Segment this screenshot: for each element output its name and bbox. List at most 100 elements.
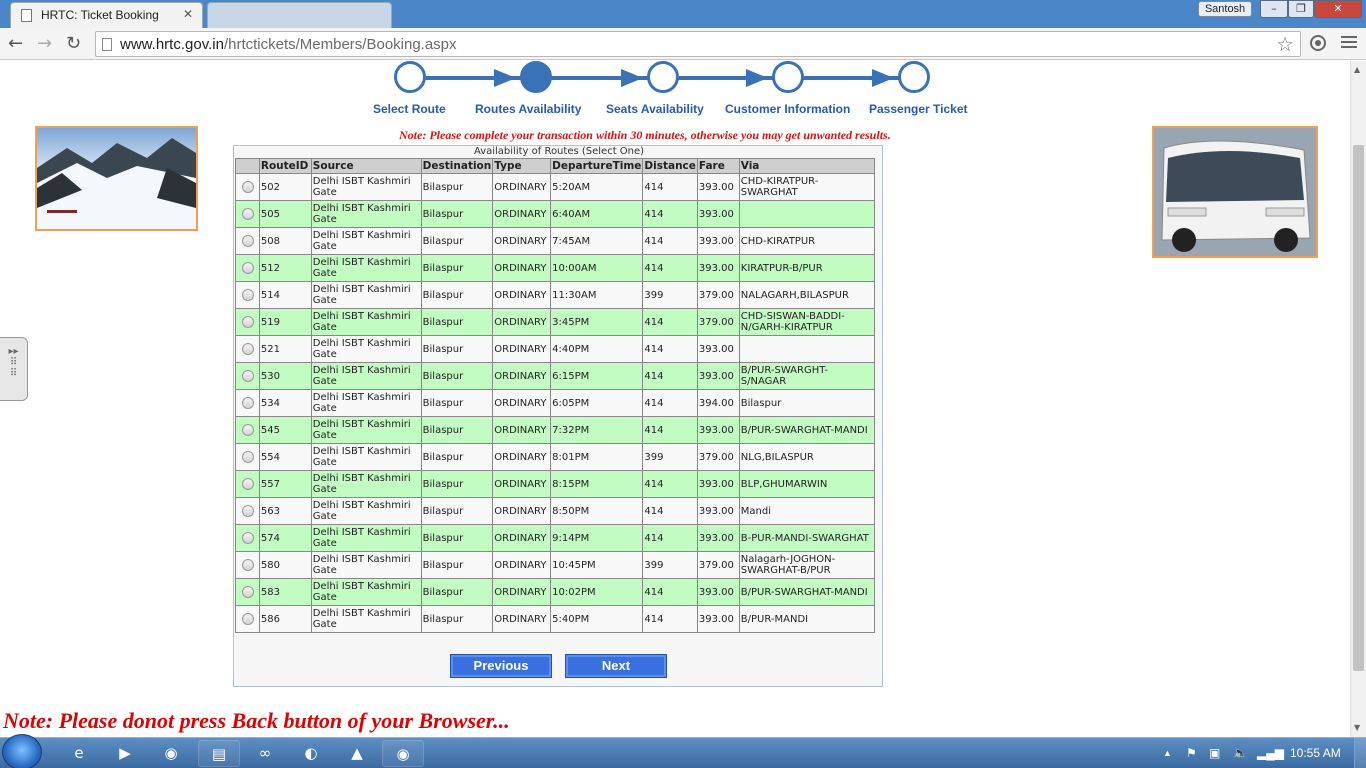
table-row[interactable]: 580 Delhi ISBT Kashmiri Gate Bilaspur OR… [235, 551, 876, 579]
tab-inactive[interactable] [207, 2, 392, 28]
route-via [738, 335, 876, 363]
route-radio[interactable] [242, 451, 254, 463]
route-fare: 379.00 [696, 281, 740, 309]
route-radio[interactable] [242, 424, 254, 436]
route-radio[interactable] [242, 181, 254, 193]
route-destination: Bilaspur [420, 281, 494, 309]
close-tab-icon[interactable]: ✕ [183, 7, 193, 21]
side-panel-handle[interactable]: ▸▸ ⠿ ⠿ [0, 337, 28, 401]
forward-icon[interactable]: → [37, 33, 52, 55]
route-source: Delhi ISBT Kashmiri Gate [310, 362, 422, 390]
scroll-down-icon[interactable]: ▼ [1354, 723, 1360, 732]
table-row[interactable]: 505 Delhi ISBT Kashmiri Gate Bilaspur OR… [235, 200, 876, 228]
route-fare: 393.00 [696, 200, 740, 228]
show-hidden-icons[interactable]: ▲ [1163, 738, 1172, 768]
header-destination: Destination [420, 158, 494, 174]
scroll-thumb[interactable] [1353, 145, 1364, 671]
table-row[interactable]: 586 Delhi ISBT Kashmiri Gate Bilaspur OR… [235, 605, 876, 633]
route-via: B/PUR-SWARGHT-S/NAGAR [738, 362, 876, 390]
route-radio[interactable] [242, 613, 254, 625]
table-row[interactable]: 583 Delhi ISBT Kashmiri Gate Bilaspur OR… [235, 578, 876, 606]
firefox-icon[interactable]: ◐ [290, 740, 332, 767]
signal-icon[interactable]: ▂▄▆ [1257, 738, 1284, 768]
route-radio[interactable] [242, 316, 254, 328]
vlc-icon[interactable]: ▲ [336, 740, 378, 767]
route-radio[interactable] [242, 208, 254, 220]
route-radio[interactable] [242, 397, 254, 409]
route-type: ORDINARY [492, 227, 552, 255]
table-row[interactable]: 554 Delhi ISBT Kashmiri Gate Bilaspur OR… [235, 443, 876, 471]
visual-studio-icon[interactable]: ∞ [244, 740, 286, 767]
chrome-menu-icon[interactable] [1341, 36, 1357, 50]
url-host: www.hrtc.gov.in [120, 36, 224, 53]
media-player-icon[interactable]: ▶ [104, 740, 146, 767]
route-radio[interactable] [242, 262, 254, 274]
route-radio[interactable] [242, 370, 254, 382]
action-center-icon[interactable]: ⚑ [1186, 738, 1197, 768]
table-row[interactable]: 519 Delhi ISBT Kashmiri Gate Bilaspur OR… [235, 308, 876, 336]
internet-explorer-icon[interactable]: e [58, 740, 100, 767]
route-distance: 414 [642, 308, 698, 336]
network-icon[interactable]: ▣ [1209, 738, 1220, 768]
table-row[interactable]: 545 Delhi ISBT Kashmiri Gate Bilaspur OR… [235, 416, 876, 444]
route-type: ORDINARY [492, 443, 552, 471]
route-destination: Bilaspur [420, 605, 494, 633]
route-departure: 11:30AM [550, 281, 644, 309]
table-row[interactable]: 514 Delhi ISBT Kashmiri Gate Bilaspur OR… [235, 281, 876, 309]
volume-icon[interactable]: 🔈 [1233, 738, 1248, 768]
route-id: 586 [258, 605, 312, 633]
start-button[interactable] [2, 734, 42, 768]
table-row[interactable]: 502 Delhi ISBT Kashmiri Gate Bilaspur OR… [235, 173, 876, 201]
route-destination: Bilaspur [420, 524, 494, 552]
table-row[interactable]: 530 Delhi ISBT Kashmiri Gate Bilaspur OR… [235, 362, 876, 390]
page-scrollbar[interactable]: ▲ ▼ [1350, 61, 1366, 737]
route-source: Delhi ISBT Kashmiri Gate [310, 443, 422, 471]
route-distance: 414 [642, 578, 698, 606]
route-departure: 7:32PM [550, 416, 644, 444]
route-distance: 414 [642, 254, 698, 282]
route-radio[interactable] [242, 289, 254, 301]
previous-button[interactable]: Previous [450, 654, 552, 678]
route-radio[interactable] [242, 532, 254, 544]
table-row[interactable]: 521 Delhi ISBT Kashmiri Gate Bilaspur OR… [235, 335, 876, 363]
minimize-button[interactable]: – [1260, 0, 1288, 18]
profile-button[interactable]: Santosh [1198, 1, 1252, 17]
mountain-snow-photo [35, 126, 198, 231]
clock[interactable]: 10:55 AM [1290, 738, 1341, 768]
table-row[interactable]: 508 Delhi ISBT Kashmiri Gate Bilaspur OR… [235, 227, 876, 255]
tab-hrtc-ticket-booking[interactable]: HRTC: Ticket Booking ✕ [10, 2, 203, 28]
bookmark-star-icon[interactable]: ☆ [1276, 32, 1294, 57]
route-radio[interactable] [242, 505, 254, 517]
route-radio[interactable] [242, 586, 254, 598]
route-fare: 379.00 [696, 443, 740, 471]
table-row[interactable]: 574 Delhi ISBT Kashmiri Gate Bilaspur OR… [235, 524, 876, 552]
table-row[interactable]: 557 Delhi ISBT Kashmiri Gate Bilaspur OR… [235, 470, 876, 498]
scroll-up-icon[interactable]: ▲ [1354, 65, 1360, 74]
route-radio[interactable] [242, 559, 254, 571]
show-desktop-button[interactable] [1354, 738, 1366, 768]
chrome-icon[interactable]: ◉ [150, 740, 192, 767]
next-button[interactable]: Next [565, 654, 667, 678]
route-id: 521 [258, 335, 312, 363]
back-icon[interactable]: ← [8, 33, 23, 55]
reload-icon[interactable]: ↻ [66, 33, 81, 55]
extension-icon[interactable] [1308, 33, 1328, 53]
table-row[interactable]: 563 Delhi ISBT Kashmiri Gate Bilaspur OR… [235, 497, 876, 525]
address-bar[interactable]: www.hrtc.gov.in/hrtctickets/Members/Book… [95, 31, 1301, 57]
route-radio[interactable] [242, 478, 254, 490]
maximize-button[interactable]: ❐ [1288, 0, 1314, 18]
file-explorer-icon[interactable]: ▤ [198, 740, 240, 767]
route-radio[interactable] [242, 343, 254, 355]
header-fare: Fare [696, 158, 740, 174]
table-row[interactable]: 512 Delhi ISBT Kashmiri Gate Bilaspur OR… [235, 254, 876, 282]
page-info-icon[interactable] [102, 38, 112, 51]
step-arrow [746, 69, 768, 87]
route-radio[interactable] [242, 235, 254, 247]
route-source: Delhi ISBT Kashmiri Gate [310, 227, 422, 255]
chrome-active-icon[interactable]: ◉ [382, 740, 424, 767]
route-distance: 414 [642, 200, 698, 228]
route-distance: 414 [642, 173, 698, 201]
table-row[interactable]: 534 Delhi ISBT Kashmiri Gate Bilaspur OR… [235, 389, 876, 417]
close-window-button[interactable]: ✕ [1314, 0, 1362, 18]
route-fare: 393.00 [696, 524, 740, 552]
